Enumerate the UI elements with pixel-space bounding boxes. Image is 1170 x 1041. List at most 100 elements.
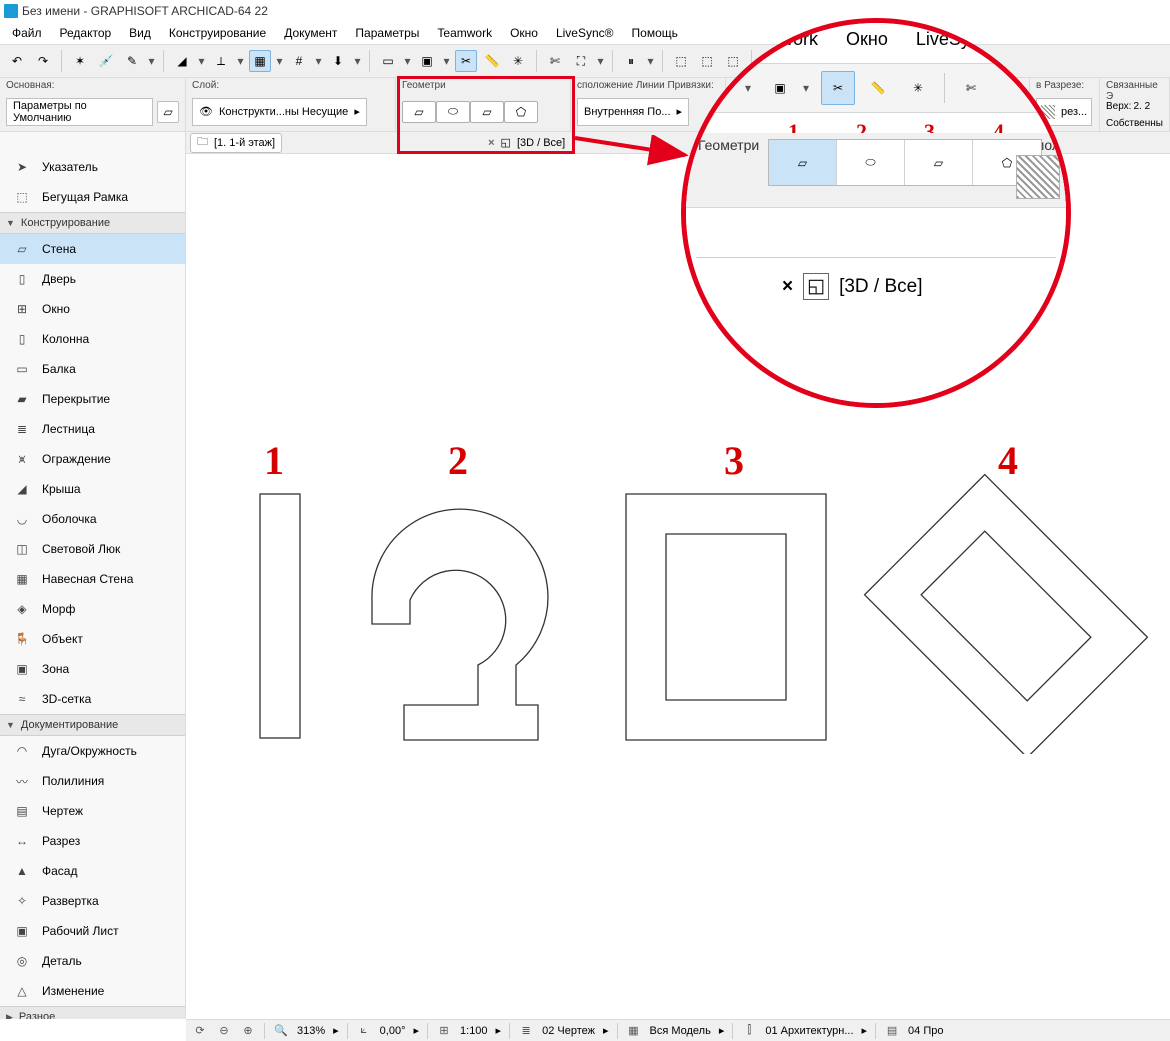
- measure-icon[interactable]: 📏: [481, 50, 503, 72]
- menu-livesync[interactable]: LiveSync®: [548, 24, 622, 42]
- target-icon[interactable]: ✳: [507, 50, 529, 72]
- tool-column[interactable]: ▯Колонна: [0, 324, 185, 354]
- layers-icon[interactable]: ≣: [518, 1023, 534, 1039]
- toolbar-dropdown[interactable]: ▾: [596, 54, 605, 68]
- tool-morph[interactable]: ◈Морф: [0, 594, 185, 624]
- tool-detail[interactable]: ◎Деталь: [0, 946, 185, 976]
- menu-help[interactable]: Помощь: [624, 24, 686, 42]
- redo-icon[interactable]: ↷: [32, 50, 54, 72]
- group-icon[interactable]: ▣: [416, 50, 438, 72]
- tool-mesh[interactable]: ≈3D-сетка: [0, 684, 185, 714]
- toolbar-dropdown[interactable]: ▾: [236, 54, 245, 68]
- tool-worksheet[interactable]: ▣Рабочий Лист: [0, 916, 185, 946]
- fit-icon[interactable]: ⛶: [570, 50, 592, 72]
- wall-preview-icon[interactable]: ▱: [157, 101, 179, 123]
- angle-icon[interactable]: ⟀: [356, 1023, 372, 1039]
- suspend-icon[interactable]: ⏸: [620, 50, 642, 72]
- status-model[interactable]: Вся Модель: [650, 1025, 711, 1037]
- tool-marquee[interactable]: ⬚Бегущая Рамка: [0, 182, 185, 212]
- geom-trap-icon[interactable]: ▱: [470, 101, 504, 123]
- section-documentation[interactable]: ▼Документирование: [0, 714, 185, 736]
- chevron-right-icon[interactable]: ▸: [719, 1024, 725, 1037]
- geom-straight-icon[interactable]: ▱: [402, 101, 436, 123]
- wand-icon[interactable]: ✎: [121, 50, 143, 72]
- ruler-icon[interactable]: ◢: [171, 50, 193, 72]
- tool-interior-elevation[interactable]: ✧Развертка: [0, 886, 185, 916]
- tool-slab[interactable]: ▰Перекрытие: [0, 384, 185, 414]
- zoom-fit-icon[interactable]: 🔍: [273, 1023, 289, 1039]
- status-pro[interactable]: 04 Про: [908, 1025, 943, 1037]
- menu-window[interactable]: Окно: [502, 24, 546, 42]
- tab-3d[interactable]: × ◱ [3D / Все]: [482, 133, 571, 153]
- syringe-icon[interactable]: 💉: [95, 50, 117, 72]
- zoom-out-icon[interactable]: ⊖: [216, 1023, 232, 1039]
- default-params-button[interactable]: Параметры по Умолчанию: [6, 98, 153, 126]
- tool-beam[interactable]: ▭Балка: [0, 354, 185, 384]
- tool-object[interactable]: 🪑Объект: [0, 624, 185, 654]
- chevron-right-icon[interactable]: ▸: [413, 1024, 419, 1037]
- chevron-right-icon[interactable]: ▸: [862, 1024, 868, 1037]
- tool-shell[interactable]: ◡Оболочка: [0, 504, 185, 534]
- chevron-right-icon[interactable]: ▸: [333, 1024, 339, 1037]
- section-misc[interactable]: ▶Разное: [0, 1006, 185, 1019]
- pick-icon[interactable]: ✶: [69, 50, 91, 72]
- tool-arrow[interactable]: ➤Указатель: [0, 152, 185, 182]
- tool-change[interactable]: △Изменение: [0, 976, 185, 1006]
- status-scale[interactable]: 1:100: [460, 1025, 488, 1037]
- toolbar-dropdown[interactable]: ▾: [442, 54, 451, 68]
- toolbar-dropdown[interactable]: ▾: [314, 54, 323, 68]
- geom-curved-icon[interactable]: ⬭: [436, 101, 470, 123]
- menu-options[interactable]: Параметры: [347, 24, 427, 42]
- tool-arc[interactable]: ◠Дуга/Окружность: [0, 736, 185, 766]
- opening-icon[interactable]: ▭: [377, 50, 399, 72]
- snap-icon[interactable]: ▦: [249, 50, 271, 72]
- tool-wall[interactable]: ▱Стена: [0, 234, 185, 264]
- model-icon[interactable]: ▦: [626, 1023, 642, 1039]
- refline-dropdown[interactable]: Внутренняя По... ▸: [577, 98, 689, 126]
- tool-polyline[interactable]: 〰Полилиния: [0, 766, 185, 796]
- toolbar-dropdown[interactable]: ▾: [147, 54, 156, 68]
- guide-icon[interactable]: ⟂: [210, 50, 232, 72]
- tool-drawing[interactable]: ▤Чертеж: [0, 796, 185, 826]
- toolbar-dropdown[interactable]: ▾: [353, 54, 362, 68]
- toolbar-dropdown[interactable]: ▾: [646, 54, 655, 68]
- menu-design[interactable]: Конструирование: [161, 24, 274, 42]
- tool-skylight[interactable]: ◫Световой Люк: [0, 534, 185, 564]
- tool-door[interactable]: ▯Дверь: [0, 264, 185, 294]
- undo-icon[interactable]: ↶: [6, 50, 28, 72]
- tool-window[interactable]: ⊞Окно: [0, 294, 185, 324]
- tool-roof[interactable]: ◢Крыша: [0, 474, 185, 504]
- toolbar-dropdown[interactable]: ▾: [275, 54, 284, 68]
- tool-section-marker[interactable]: ↔Разрез: [0, 826, 185, 856]
- sheet-icon[interactable]: ▤: [884, 1023, 900, 1039]
- menu-edit[interactable]: Редактор: [52, 24, 120, 42]
- toolbar-dropdown[interactable]: ▾: [403, 54, 412, 68]
- pen-icon[interactable]: ⫿: [741, 1023, 757, 1039]
- tool-railing[interactable]: ⩙Ограждение: [0, 444, 185, 474]
- tool-elevation[interactable]: ▲Фасад: [0, 856, 185, 886]
- tool-zone[interactable]: ▣Зона: [0, 654, 185, 684]
- scale-icon[interactable]: ⊞: [436, 1023, 452, 1039]
- status-zoom[interactable]: 313%: [297, 1025, 325, 1037]
- tool-curtain[interactable]: ▦Навесная Стена: [0, 564, 185, 594]
- menu-document[interactable]: Документ: [276, 24, 345, 42]
- zoom-in-icon[interactable]: ⊕: [240, 1023, 256, 1039]
- section-design[interactable]: ▼Конструирование: [0, 212, 185, 234]
- gravity-icon[interactable]: ⬇︎: [327, 50, 349, 72]
- chevron-right-icon[interactable]: ▸: [603, 1024, 609, 1037]
- chevron-right-icon[interactable]: ▸: [496, 1024, 502, 1037]
- trim-icon[interactable]: ✂: [455, 50, 477, 72]
- close-icon[interactable]: ×: [488, 137, 494, 149]
- tool-stair[interactable]: ≣Лестница: [0, 414, 185, 444]
- grid-icon[interactable]: #: [288, 50, 310, 72]
- layer-dropdown[interactable]: 👁 Конструкти...ны Несущие ▸: [192, 98, 367, 126]
- refresh-icon[interactable]: ⟳: [192, 1023, 208, 1039]
- status-arch[interactable]: 01 Архитектурн...: [765, 1025, 853, 1037]
- cut-icon[interactable]: ✄: [544, 50, 566, 72]
- toolbar-dropdown[interactable]: ▾: [197, 54, 206, 68]
- geom-poly-icon[interactable]: ⬠: [504, 101, 538, 123]
- tab-floor[interactable]: 🗀 [1. 1-й этаж]: [190, 133, 282, 153]
- menu-teamwork[interactable]: Teamwork: [429, 24, 500, 42]
- status-angle[interactable]: 0,00°: [380, 1025, 406, 1037]
- status-drawing[interactable]: 02 Чертеж: [542, 1025, 595, 1037]
